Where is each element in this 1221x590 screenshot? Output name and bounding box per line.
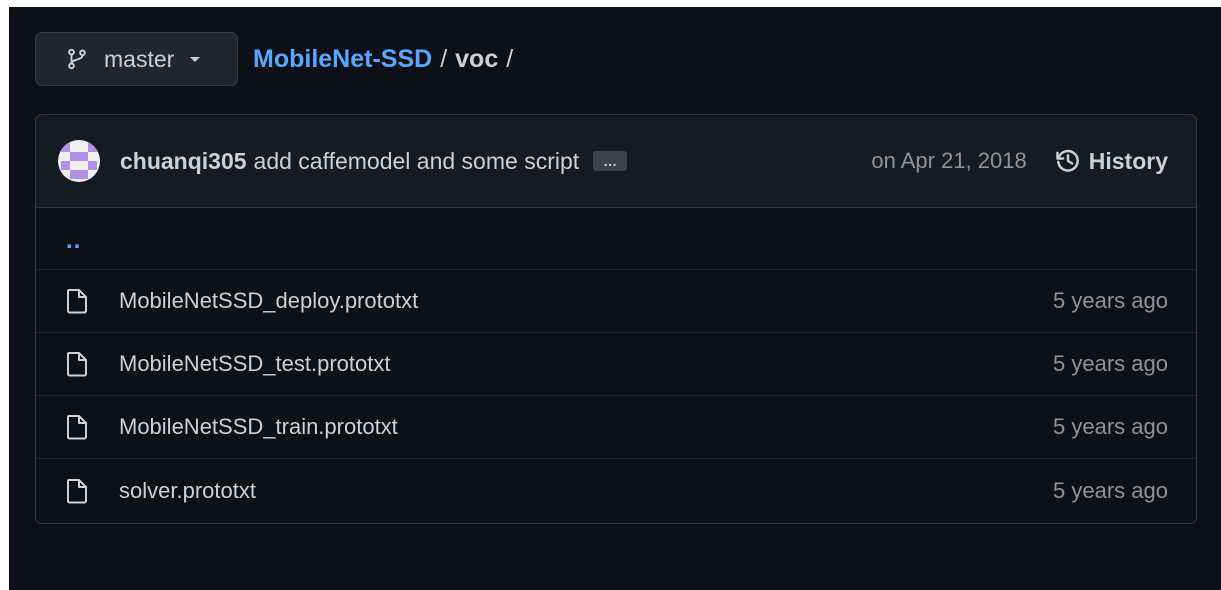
breadcrumb: MobileNet-SSD / voc / [253,45,521,74]
file-icon [66,351,88,377]
latest-commit-bar: chuanqi305 add caffemodel and some scrip… [36,115,1196,208]
parent-directory-link[interactable]: .. [66,227,81,255]
file-name-link[interactable]: MobileNetSSD_test.prototxt [119,351,390,377]
file-name-link[interactable]: solver.prototxt [119,478,256,504]
branch-selector-button[interactable]: master [35,32,238,86]
caret-down-icon [190,54,201,64]
file-row[interactable]: MobileNetSSD_deploy.prototxt 5 years ago [36,270,1196,333]
file-icon [66,288,88,314]
breadcrumb-separator: / [440,44,448,73]
file-row[interactable]: solver.prototxt 5 years ago [36,459,1196,522]
git-branch-icon [66,48,88,70]
avatar[interactable] [58,140,100,182]
branch-label: master [104,45,175,72]
file-age: 5 years ago [1053,288,1168,313]
breadcrumb-repo-link[interactable]: MobileNet-SSD [253,45,432,74]
commit-date: on Apr 21, 2018 [871,148,1027,173]
commit-author-link[interactable]: chuanqi305 [120,148,247,175]
file-name-link[interactable]: MobileNetSSD_deploy.prototxt [119,288,418,314]
history-icon [1055,148,1081,174]
file-name-link[interactable]: MobileNetSSD_train.prototxt [119,414,398,440]
file-age: 5 years ago [1053,351,1168,376]
commit-expand-button[interactable]: … [593,151,628,171]
history-link[interactable]: History [1055,148,1168,175]
file-row[interactable]: MobileNetSSD_test.prototxt 5 years ago [36,333,1196,396]
file-icon [66,478,88,504]
file-browser-panel: master MobileNet-SSD / voc / chuanqi305 … [9,7,1221,590]
commit-summary: chuanqi305 add caffemodel and some scrip… [120,148,628,175]
file-age: 5 years ago [1053,477,1168,503]
file-row[interactable]: MobileNetSSD_train.prototxt 5 years ago [36,396,1196,459]
topbar: master MobileNet-SSD / voc / [35,32,521,86]
commit-message-link[interactable]: add caffemodel and some script [254,148,580,175]
file-icon [66,414,88,440]
parent-directory-row[interactable]: .. [36,208,1196,270]
breadcrumb-current-folder: voc [455,44,499,73]
file-age: 5 years ago [1053,414,1168,439]
history-label: History [1088,147,1168,174]
breadcrumb-separator-trailing: / [506,44,514,73]
file-list-box: chuanqi305 add caffemodel and some scrip… [35,114,1197,524]
